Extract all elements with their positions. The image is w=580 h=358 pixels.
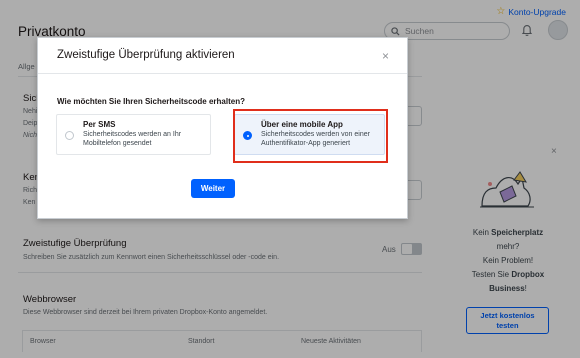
option-sms[interactable]: Per SMS Sicherheitscodes werden an Ihr M…	[56, 114, 211, 155]
option-sms-title: Per SMS	[83, 120, 116, 129]
close-icon[interactable]: ×	[382, 49, 389, 63]
modal-header: Zweistufige Überprüfung aktivieren ×	[38, 38, 407, 74]
modal-title: Zweistufige Überprüfung aktivieren	[57, 49, 235, 61]
option-sms-description: Sicherheitscodes werden an Ihr Mobiltele…	[83, 131, 182, 147]
option-sms-radio[interactable]	[65, 131, 74, 140]
selection-highlight-box	[233, 109, 388, 163]
continue-button[interactable]: Weiter	[191, 179, 235, 198]
code-delivery-question: Wie möchten Sie Ihren Sicherheitscode er…	[57, 97, 245, 106]
